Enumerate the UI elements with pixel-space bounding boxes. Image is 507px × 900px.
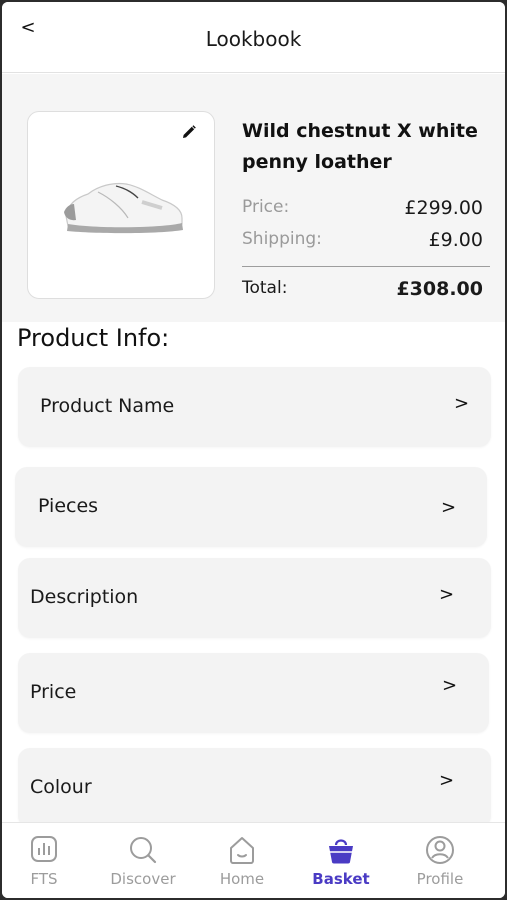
info-card-description[interactable]: Description > bbox=[18, 558, 491, 638]
total-row: Total: £308.00 bbox=[242, 278, 483, 300]
nav-item-fts[interactable]: FTS bbox=[2, 823, 94, 898]
product-thumbnail[interactable] bbox=[27, 111, 215, 299]
card-label: Description bbox=[30, 586, 139, 608]
chevron-right-icon: > bbox=[439, 770, 455, 791]
basket-icon bbox=[329, 839, 353, 864]
nav-label: Discover bbox=[110, 870, 176, 888]
info-card-pieces[interactable]: Pieces > bbox=[15, 467, 487, 547]
divider bbox=[242, 266, 490, 267]
nav-item-profile[interactable]: Profile bbox=[390, 823, 490, 898]
shipping-value: £9.00 bbox=[428, 229, 483, 251]
total-value: £308.00 bbox=[396, 278, 483, 300]
profile-icon bbox=[426, 836, 454, 864]
price-label: Price: bbox=[242, 197, 290, 217]
page-title: Lookbook bbox=[205, 27, 302, 51]
nav-label: Profile bbox=[416, 870, 464, 888]
home-icon bbox=[230, 837, 254, 864]
card-label: Colour bbox=[30, 776, 92, 798]
nav-item-discover[interactable]: Discover bbox=[93, 823, 193, 898]
pencil-icon bbox=[183, 125, 196, 138]
chevron-right-icon: > bbox=[454, 393, 470, 414]
nav-label: Basket bbox=[312, 870, 370, 888]
card-label: Price bbox=[30, 681, 77, 703]
info-card-product-name[interactable]: Product Name > bbox=[18, 367, 491, 447]
total-label: Total: bbox=[242, 278, 288, 298]
card-label: Product Name bbox=[40, 395, 175, 417]
nav-item-home[interactable]: Home bbox=[192, 823, 292, 898]
chevron-right-icon: > bbox=[441, 497, 457, 518]
chart-icon bbox=[31, 836, 57, 862]
shipping-row: Shipping: £9.00 bbox=[242, 229, 483, 251]
nav-label: Home bbox=[219, 870, 265, 888]
info-card-colour[interactable]: Colour > bbox=[18, 748, 491, 828]
shipping-label: Shipping: bbox=[242, 229, 322, 249]
order-summary: Wild chestnut X white penny loather Pric… bbox=[2, 74, 505, 322]
product-title: Wild chestnut X white penny loather bbox=[242, 120, 478, 173]
bottom-nav: FTS Discover Home Basket Profile bbox=[2, 822, 505, 898]
chevron-right-icon: > bbox=[439, 584, 455, 605]
info-card-price[interactable]: Price > bbox=[18, 653, 489, 733]
nav-item-basket[interactable]: Basket bbox=[291, 823, 391, 898]
card-label: Pieces bbox=[38, 495, 99, 517]
phone-screen: < Lookbook Wild chestnut X white penny l… bbox=[2, 2, 505, 898]
section-title: Product Info: bbox=[17, 324, 170, 352]
chevron-right-icon: > bbox=[442, 675, 458, 696]
nav-label: FTS bbox=[30, 870, 58, 888]
search-icon bbox=[130, 837, 157, 864]
header: < Lookbook bbox=[2, 2, 505, 73]
price-row: Price: £299.00 bbox=[242, 197, 483, 219]
sneaker-image bbox=[64, 182, 183, 234]
edit-button[interactable] bbox=[175, 118, 203, 146]
price-value: £299.00 bbox=[404, 197, 483, 219]
